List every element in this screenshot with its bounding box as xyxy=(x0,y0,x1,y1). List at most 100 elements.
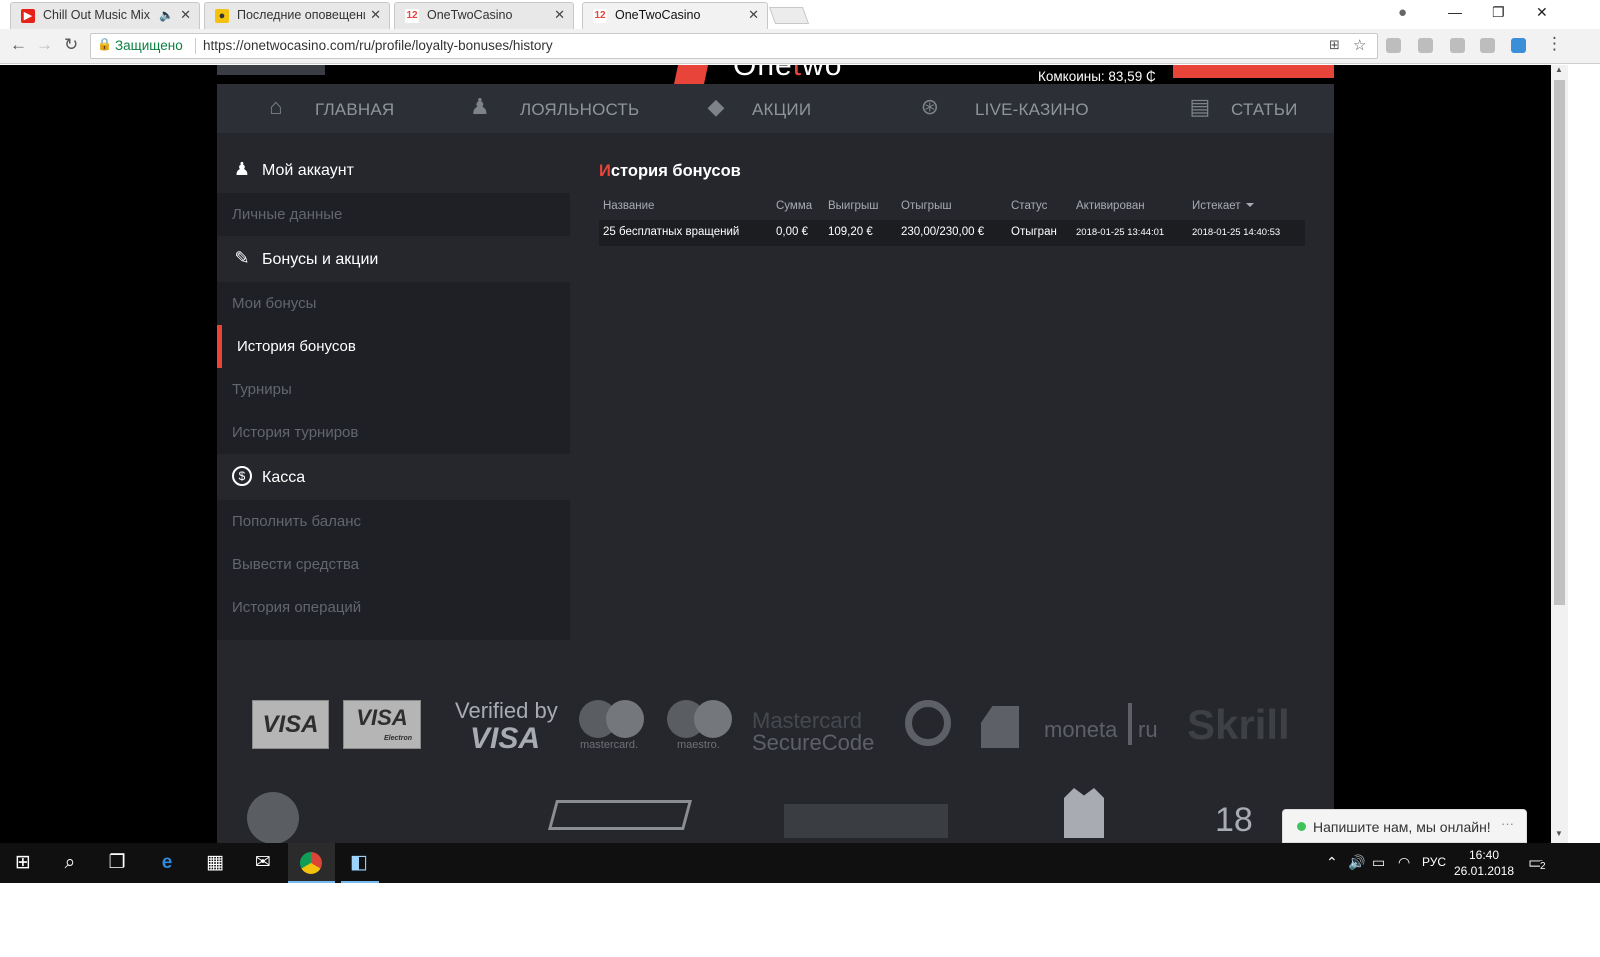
visa-text: VISA xyxy=(262,711,319,738)
extension-icon[interactable] xyxy=(1418,38,1433,53)
minimize-button[interactable]: — xyxy=(1448,4,1462,20)
sidebar-section-cashier[interactable]: $ Касса xyxy=(217,454,570,500)
site-header: Onetwo Комкоины: 83,59 ₵ xyxy=(217,65,1334,85)
mail-icon[interactable]: ✉ xyxy=(251,851,275,875)
nav-home[interactable]: ⌂ Главная xyxy=(263,84,423,133)
tab-onetwocasino-active[interactable]: 12 OneTwoCasino ✕ xyxy=(582,2,768,29)
close-tab-icon[interactable]: ✕ xyxy=(554,7,565,23)
wallet-logo xyxy=(981,706,1019,748)
roulette-icon: ⊛ xyxy=(920,94,940,119)
tab-chill-out-music[interactable]: ▶ Chill Out Music Mix 🔈 ✕ xyxy=(10,2,200,29)
nav-promotions[interactable]: ◆ Акции xyxy=(703,84,843,133)
scrollbar-thumb[interactable] xyxy=(1554,80,1565,605)
sidebar-item-deposit[interactable]: Пополнить баланс xyxy=(217,500,570,543)
microgaming-logo xyxy=(247,792,299,843)
store-icon[interactable]: ▦ xyxy=(203,851,227,875)
reload-button[interactable]: ↻ xyxy=(64,35,78,55)
cell-name: 25 бесплатных вращений xyxy=(603,226,740,238)
close-tab-icon[interactable]: ✕ xyxy=(748,7,759,23)
column-header-winnings[interactable]: Выигрыш xyxy=(828,200,878,212)
mastercard-text: mastercard. xyxy=(580,739,639,751)
active-indicator xyxy=(217,325,222,368)
sidebar-item-my-bonuses[interactable]: Мои бонусы xyxy=(217,282,570,325)
volume-icon[interactable]: 🔊 xyxy=(1348,854,1365,871)
notification-count: 2 xyxy=(1540,861,1546,872)
sidebar-item-label: Мои бонусы xyxy=(232,295,317,312)
column-header-wagering[interactable]: Отыгрыш xyxy=(901,200,952,212)
profile-icon[interactable]: ● xyxy=(1398,4,1407,21)
column-header-activated[interactable]: Активирован xyxy=(1076,200,1145,212)
sidebar-item-bonus-history[interactable]: История бонусов xyxy=(217,325,570,368)
system-clock[interactable]: 16:40 26.01.2018 xyxy=(1452,847,1516,879)
maestro-text: maestro. xyxy=(677,739,720,751)
task-view-icon[interactable]: ❐ xyxy=(105,851,129,875)
bookmark-star-icon[interactable]: ☆ xyxy=(1353,36,1366,54)
tray-chevron-icon[interactable]: ⌃ xyxy=(1326,854,1338,871)
home-icon: ⌂ xyxy=(269,94,283,119)
page-scrollbar[interactable]: ▲ ▼ xyxy=(1551,65,1568,843)
sidebar-item-tournaments[interactable]: Турниры xyxy=(217,368,570,411)
back-button[interactable]: ← xyxy=(10,35,27,55)
restore-button[interactable]: ❐ xyxy=(1492,4,1505,21)
cashier-button[interactable] xyxy=(1173,65,1334,78)
sidebar-section-bonuses[interactable]: ✎ Бонусы и акции xyxy=(217,236,570,282)
windows-start-icon[interactable]: ⊞ xyxy=(11,851,35,875)
extension-icon[interactable] xyxy=(1386,38,1401,53)
new-tab-button[interactable] xyxy=(768,7,810,24)
action-center-button[interactable]: ▭ 2 xyxy=(1528,853,1550,873)
browser-tab-strip: ▶ Chill Out Music Mix 🔈 ✕ ● Последние оп… xyxy=(0,0,1600,29)
account-icon: ♟ xyxy=(233,159,251,179)
clipboard-icon: ▤ xyxy=(1189,94,1211,119)
wifi-icon[interactable]: ◠ xyxy=(1398,854,1410,871)
close-window-button[interactable]: ✕ xyxy=(1536,4,1548,21)
extension-icon[interactable] xyxy=(1450,38,1465,53)
clock-time: 16:40 xyxy=(1468,848,1500,862)
sidebar-item-transactions[interactable]: История операций xyxy=(217,586,570,629)
table-row: 25 бесплатных вращений 0,00 € 109,20 € 2… xyxy=(599,220,1305,246)
onetwo-icon: 12 xyxy=(405,9,419,23)
column-header-name[interactable]: Название xyxy=(603,200,654,212)
sidebar-item-label: Вывести средства xyxy=(232,556,359,573)
tab-notifications[interactable]: ● Последние оповещени ✕ xyxy=(204,2,390,29)
sidebar-item-personal-data[interactable]: Личные данные xyxy=(217,193,570,236)
forward-button[interactable]: → xyxy=(36,35,53,55)
column-header-expires[interactable]: Истекает xyxy=(1192,200,1254,212)
address-bar[interactable]: 🔒 Защищено https://onetwocasino.com/ru/p… xyxy=(90,33,1378,59)
more-icon[interactable]: ··· xyxy=(1501,816,1514,831)
mastercard-circle-right xyxy=(606,700,644,738)
nav-articles[interactable]: ▤ Статьи xyxy=(1187,84,1327,133)
browser-toolbar: ← → ↻ 🔒 Защищено https://onetwocasino.co… xyxy=(0,29,1600,64)
translate-icon[interactable]: ⊞ xyxy=(1329,37,1340,53)
sidebar-item-withdraw[interactable]: Вывести средства xyxy=(217,543,570,586)
title-accent-letter: И xyxy=(599,162,611,180)
extension-icon[interactable] xyxy=(1511,38,1526,53)
menu-icon[interactable]: ⋮ xyxy=(1546,34,1563,54)
close-tab-icon[interactable]: ✕ xyxy=(180,7,191,23)
tab-audio-icon[interactable]: 🔈 xyxy=(159,8,174,22)
column-header-amount[interactable]: Сумма xyxy=(776,200,812,212)
scroll-up-arrow[interactable]: ▲ xyxy=(1555,65,1563,74)
nav-loyalty[interactable]: ♟ Лояльность xyxy=(467,84,667,133)
column-header-status[interactable]: Статус xyxy=(1011,200,1047,212)
tab-onetwocasino[interactable]: 12 OneTwoCasino ✕ xyxy=(394,2,574,29)
cell-activated: 2018-01-25 13:44:01 xyxy=(1076,227,1165,238)
extension-icon[interactable] xyxy=(1480,38,1495,53)
language-indicator[interactable]: РУС xyxy=(1422,855,1446,869)
close-tab-icon[interactable]: ✕ xyxy=(370,7,381,23)
onetwo-icon: 12 xyxy=(593,9,607,23)
app-icon[interactable]: ◧ xyxy=(347,851,371,875)
search-icon[interactable]: ⌕ xyxy=(58,851,82,875)
back-button[interactable] xyxy=(217,65,325,75)
chrome-taskbar-button[interactable] xyxy=(288,843,335,883)
sidebar-section-account[interactable]: ♟ Мой аккаунт xyxy=(217,147,570,193)
sidebar-item-tournament-history[interactable]: История турниров xyxy=(217,411,570,454)
edge-icon[interactable]: e xyxy=(155,851,179,875)
nav-live-casino[interactable]: ⊛ Live-казино xyxy=(917,84,1117,133)
site-logo[interactable]: Onetwo xyxy=(733,65,842,83)
chat-widget[interactable]: Напишите нам, мы онлайн! ··· xyxy=(1282,809,1527,843)
scroll-down-arrow[interactable]: ▼ xyxy=(1555,829,1563,838)
cell-winnings: 109,20 € xyxy=(828,226,873,238)
windows-taskbar: ⊞ ⌕ ❐ e ▦ ✉ ◧ ⌃ 🔊 ▭ ◠ РУС 16:40 26.01.20… xyxy=(0,843,1600,883)
sidebar-item-label: Пополнить баланс xyxy=(232,513,361,530)
battery-icon[interactable]: ▭ xyxy=(1372,854,1385,871)
